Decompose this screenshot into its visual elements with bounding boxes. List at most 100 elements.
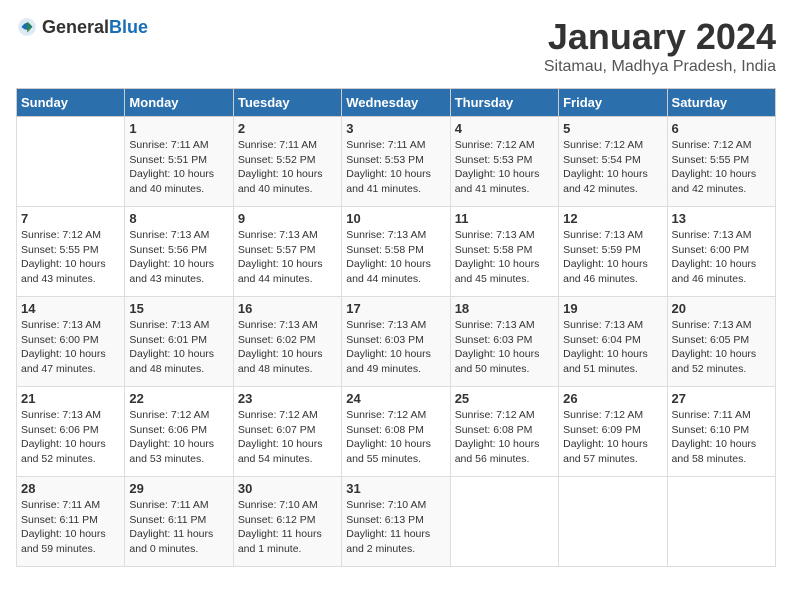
day-number: 10: [346, 211, 445, 226]
calendar-cell: 18 Sunrise: 7:13 AM Sunset: 6:03 PM Dayli…: [450, 297, 558, 387]
day-info: Sunrise: 7:13 AM Sunset: 5:58 PM Dayligh…: [455, 228, 554, 287]
day-info: Sunrise: 7:13 AM Sunset: 6:06 PM Dayligh…: [21, 408, 120, 467]
day-info: Sunrise: 7:11 AM Sunset: 6:11 PM Dayligh…: [21, 498, 120, 557]
page-header: GeneralBlue January 2024 Sitamau, Madhya…: [16, 16, 776, 76]
calendar-cell: 19 Sunrise: 7:13 AM Sunset: 6:04 PM Dayli…: [559, 297, 667, 387]
day-header-tuesday: Tuesday: [233, 89, 341, 117]
days-header-row: SundayMondayTuesdayWednesdayThursdayFrid…: [17, 89, 776, 117]
calendar-cell: 21 Sunrise: 7:13 AM Sunset: 6:06 PM Dayli…: [17, 387, 125, 477]
calendar-cell: 4 Sunrise: 7:12 AM Sunset: 5:53 PM Daylig…: [450, 117, 558, 207]
calendar-cell: 22 Sunrise: 7:12 AM Sunset: 6:06 PM Dayli…: [125, 387, 233, 477]
calendar-cell: 3 Sunrise: 7:11 AM Sunset: 5:53 PM Daylig…: [342, 117, 450, 207]
month-title: January 2024: [544, 16, 776, 58]
day-info: Sunrise: 7:11 AM Sunset: 5:52 PM Dayligh…: [238, 138, 337, 197]
calendar-cell: [559, 477, 667, 567]
calendar-body: 1 Sunrise: 7:11 AM Sunset: 5:51 PM Daylig…: [17, 117, 776, 567]
day-number: 2: [238, 121, 337, 136]
day-number: 16: [238, 301, 337, 316]
day-number: 9: [238, 211, 337, 226]
day-info: Sunrise: 7:13 AM Sunset: 5:56 PM Dayligh…: [129, 228, 228, 287]
day-info: Sunrise: 7:11 AM Sunset: 6:11 PM Dayligh…: [129, 498, 228, 557]
day-info: Sunrise: 7:12 AM Sunset: 6:07 PM Dayligh…: [238, 408, 337, 467]
day-header-monday: Monday: [125, 89, 233, 117]
day-info: Sunrise: 7:13 AM Sunset: 6:03 PM Dayligh…: [346, 318, 445, 377]
day-header-thursday: Thursday: [450, 89, 558, 117]
calendar-cell: 31Sunrise: 7:10 AM Sunset: 6:13 PM Dayli…: [342, 477, 450, 567]
week-row-2: 7 Sunrise: 7:12 AM Sunset: 5:55 PM Daylig…: [17, 207, 776, 297]
logo: GeneralBlue: [16, 16, 148, 38]
day-number: 20: [672, 301, 771, 316]
week-row-1: 1 Sunrise: 7:11 AM Sunset: 5:51 PM Daylig…: [17, 117, 776, 207]
day-info: Sunrise: 7:10 AM Sunset: 6:13 PM Dayligh…: [346, 498, 445, 557]
day-info: Sunrise: 7:12 AM Sunset: 5:55 PM Dayligh…: [21, 228, 120, 287]
day-number: 4: [455, 121, 554, 136]
day-info: Sunrise: 7:12 AM Sunset: 6:09 PM Dayligh…: [563, 408, 662, 467]
calendar-cell: 1 Sunrise: 7:11 AM Sunset: 5:51 PM Daylig…: [125, 117, 233, 207]
day-number: 15: [129, 301, 228, 316]
calendar-cell: 7 Sunrise: 7:12 AM Sunset: 5:55 PM Daylig…: [17, 207, 125, 297]
day-info: Sunrise: 7:13 AM Sunset: 6:02 PM Dayligh…: [238, 318, 337, 377]
day-info: Sunrise: 7:13 AM Sunset: 5:58 PM Dayligh…: [346, 228, 445, 287]
day-header-wednesday: Wednesday: [342, 89, 450, 117]
day-number: 12: [563, 211, 662, 226]
day-number: 21: [21, 391, 120, 406]
day-info: Sunrise: 7:13 AM Sunset: 6:04 PM Dayligh…: [563, 318, 662, 377]
week-row-4: 21 Sunrise: 7:13 AM Sunset: 6:06 PM Dayli…: [17, 387, 776, 477]
calendar-cell: [17, 117, 125, 207]
calendar-cell: 30Sunrise: 7:10 AM Sunset: 6:12 PM Dayli…: [233, 477, 341, 567]
day-number: 23: [238, 391, 337, 406]
calendar-cell: 11 Sunrise: 7:13 AM Sunset: 5:58 PM Dayli…: [450, 207, 558, 297]
day-header-friday: Friday: [559, 89, 667, 117]
day-number: 13: [672, 211, 771, 226]
day-header-saturday: Saturday: [667, 89, 775, 117]
logo-text-area: GeneralBlue: [42, 17, 148, 38]
calendar-cell: 29 Sunrise: 7:11 AM Sunset: 6:11 PM Dayli…: [125, 477, 233, 567]
day-number: 11: [455, 211, 554, 226]
calendar-cell: 24 Sunrise: 7:12 AM Sunset: 6:08 PM Dayli…: [342, 387, 450, 477]
day-info: Sunrise: 7:11 AM Sunset: 6:10 PM Dayligh…: [672, 408, 771, 467]
week-row-5: 28Sunrise: 7:11 AM Sunset: 6:11 PM Dayli…: [17, 477, 776, 567]
day-number: 1: [129, 121, 228, 136]
day-number: 22: [129, 391, 228, 406]
week-row-3: 14Sunrise: 7:13 AM Sunset: 6:00 PM Dayli…: [17, 297, 776, 387]
day-info: Sunrise: 7:13 AM Sunset: 6:01 PM Dayligh…: [129, 318, 228, 377]
day-number: 30: [238, 481, 337, 496]
day-info: Sunrise: 7:12 AM Sunset: 5:55 PM Dayligh…: [672, 138, 771, 197]
location-subtitle: Sitamau, Madhya Pradesh, India: [544, 58, 776, 76]
calendar-cell: 23 Sunrise: 7:12 AM Sunset: 6:07 PM Dayli…: [233, 387, 341, 477]
day-number: 6: [672, 121, 771, 136]
day-info: Sunrise: 7:13 AM Sunset: 5:57 PM Dayligh…: [238, 228, 337, 287]
day-info: Sunrise: 7:13 AM Sunset: 6:05 PM Dayligh…: [672, 318, 771, 377]
calendar-cell: 8Sunrise: 7:13 AM Sunset: 5:56 PM Daylig…: [125, 207, 233, 297]
calendar-cell: 25Sunrise: 7:12 AM Sunset: 6:08 PM Dayli…: [450, 387, 558, 477]
day-number: 7: [21, 211, 120, 226]
day-number: 19: [563, 301, 662, 316]
day-info: Sunrise: 7:13 AM Sunset: 6:03 PM Dayligh…: [455, 318, 554, 377]
calendar-cell: 6 Sunrise: 7:12 AM Sunset: 5:55 PM Daylig…: [667, 117, 775, 207]
day-info: Sunrise: 7:12 AM Sunset: 6:08 PM Dayligh…: [346, 408, 445, 467]
calendar-cell: [667, 477, 775, 567]
day-info: Sunrise: 7:13 AM Sunset: 5:59 PM Dayligh…: [563, 228, 662, 287]
day-info: Sunrise: 7:13 AM Sunset: 6:00 PM Dayligh…: [21, 318, 120, 377]
calendar-cell: 16 Sunrise: 7:13 AM Sunset: 6:02 PM Dayli…: [233, 297, 341, 387]
calendar-cell: 13 Sunrise: 7:13 AM Sunset: 6:00 PM Dayli…: [667, 207, 775, 297]
day-number: 18: [455, 301, 554, 316]
day-info: Sunrise: 7:12 AM Sunset: 6:08 PM Dayligh…: [455, 408, 554, 467]
day-info: Sunrise: 7:11 AM Sunset: 5:51 PM Dayligh…: [129, 138, 228, 197]
calendar-table: SundayMondayTuesdayWednesdayThursdayFrid…: [16, 88, 776, 567]
day-info: Sunrise: 7:11 AM Sunset: 5:53 PM Dayligh…: [346, 138, 445, 197]
day-info: Sunrise: 7:13 AM Sunset: 6:00 PM Dayligh…: [672, 228, 771, 287]
calendar-header: SundayMondayTuesdayWednesdayThursdayFrid…: [17, 89, 776, 117]
day-info: Sunrise: 7:12 AM Sunset: 6:06 PM Dayligh…: [129, 408, 228, 467]
day-number: 27: [672, 391, 771, 406]
day-number: 26: [563, 391, 662, 406]
calendar-cell: 12 Sunrise: 7:13 AM Sunset: 5:59 PM Dayli…: [559, 207, 667, 297]
day-info: Sunrise: 7:12 AM Sunset: 5:53 PM Dayligh…: [455, 138, 554, 197]
day-number: 3: [346, 121, 445, 136]
calendar-cell: 27 Sunrise: 7:11 AM Sunset: 6:10 PM Dayli…: [667, 387, 775, 477]
day-number: 5: [563, 121, 662, 136]
day-number: 29: [129, 481, 228, 496]
day-number: 24: [346, 391, 445, 406]
title-area: January 2024 Sitamau, Madhya Pradesh, In…: [544, 16, 776, 76]
calendar-cell: [450, 477, 558, 567]
